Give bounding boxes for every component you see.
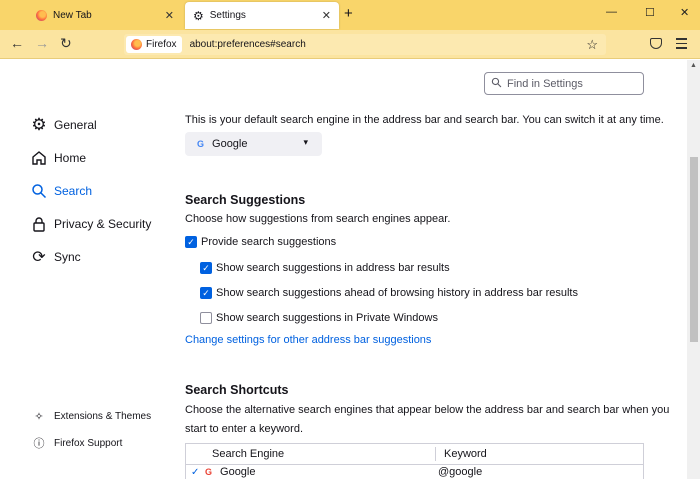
sidebar-footer-label: Firefox Support (54, 437, 123, 449)
tab-label: New Tab (53, 10, 92, 21)
sidebar-item-general[interactable]: ⚙ General (30, 115, 97, 134)
close-tab-icon[interactable]: ✕ (322, 9, 331, 22)
firefox-icon (36, 10, 47, 21)
bookmark-star-icon[interactable]: ☆ (586, 37, 598, 53)
table-row[interactable]: ✓ G Google @google (186, 465, 643, 479)
sidebar-item-search[interactable]: Search (30, 182, 92, 200)
checkbox-label: Show search suggestions in address bar r… (216, 262, 450, 274)
suggestions-ahead-history-checkbox[interactable]: ✓ Show search suggestions ahead of brows… (200, 287, 578, 299)
google-icon: G (197, 139, 205, 149)
sidebar-item-label: Sync (54, 250, 81, 264)
search-icon (30, 182, 48, 200)
checkbox-label: Show search suggestions ahead of browsin… (216, 287, 578, 299)
maximize-icon[interactable]: ☐ (645, 6, 655, 19)
sidebar-item-privacy-security[interactable]: Privacy & Security (30, 215, 151, 233)
search-suggestions-description: Choose how suggestions from search engin… (185, 213, 451, 225)
sync-icon: ⟳ (32, 249, 46, 266)
close-tab-icon[interactable]: ✕ (165, 9, 174, 22)
reload-icon[interactable]: ↻ (60, 36, 72, 50)
checkbox-label: Show search suggestions in Private Windo… (216, 312, 438, 324)
default-engine-description: This is your default search engine in th… (185, 114, 664, 126)
search-shortcuts-description-line1: Choose the alternative search engines th… (185, 404, 670, 416)
find-placeholder: Find in Settings (507, 77, 583, 90)
hamburger-menu-icon[interactable] (676, 38, 687, 52)
private-windows-suggestions-checkbox[interactable]: Show search suggestions in Private Windo… (200, 312, 438, 324)
search-icon (491, 77, 502, 91)
search-shortcuts-heading: Search Shortcuts (185, 383, 289, 397)
tab-new-tab[interactable]: New Tab ✕ (28, 2, 182, 29)
url-text[interactable]: about:preferences#search (190, 39, 306, 50)
sidebar-item-label: Privacy & Security (54, 217, 152, 231)
default-engine-select[interactable]: G Google ▾ (185, 132, 322, 156)
sidebar-footer-label: Extensions & Themes (54, 411, 152, 422)
navigation-toolbar: ← → ↻ Firefox about:preferences#search ☆ (0, 30, 700, 59)
minimize-icon[interactable]: — (606, 6, 617, 18)
checkbox-checked-icon[interactable]: ✓ (185, 236, 197, 248)
address-bar-suggestions-checkbox[interactable]: ✓ Show search suggestions in address bar… (200, 262, 450, 274)
checkbox-label: Provide search suggestions (201, 236, 337, 248)
scrollbar[interactable]: ▲ (687, 60, 700, 479)
change-address-bar-settings-link[interactable]: Change settings for other address bar su… (185, 334, 431, 346)
default-engine-value: Google (212, 138, 248, 150)
table-header: Search Engine Keyword (186, 444, 643, 465)
sidebar-item-extensions-themes[interactable]: ✧ Extensions & Themes (32, 410, 151, 423)
identity-label: Firefox (146, 39, 177, 50)
new-tab-button[interactable]: + (344, 6, 353, 21)
help-icon: ⓘ (33, 438, 45, 450)
engine-keyword: @google (438, 466, 483, 478)
forward-arrow-icon[interactable]: → (35, 36, 49, 50)
tab-label: Settings (209, 10, 246, 21)
gear-icon: ⚙ (193, 8, 204, 23)
sidebar-item-label: Home (54, 151, 87, 165)
search-shortcuts-description-line2: start to enter a keyword. (185, 423, 303, 435)
column-header-keyword[interactable]: Keyword (436, 448, 487, 460)
home-icon (30, 149, 48, 167)
checkbox-checked-icon[interactable]: ✓ (200, 287, 212, 299)
tab-strip: New Tab ✕ ⚙ Settings ✕ + — ☐ ✕ (0, 0, 700, 30)
engine-name: Google (220, 466, 256, 478)
checkbox-checked-icon[interactable]: ✓ (200, 262, 212, 274)
chevron-down-icon: ▾ (303, 137, 308, 147)
scroll-thumb[interactable] (690, 157, 698, 342)
firefox-icon (131, 39, 142, 50)
sidebar-item-sync[interactable]: ⟳ Sync (30, 248, 81, 266)
checkmark-icon[interactable]: ✓ (191, 467, 205, 478)
sidebar-item-label: General (54, 118, 97, 132)
sidebar-item-label: Search (54, 184, 93, 198)
tab-settings[interactable]: ⚙ Settings ✕ (185, 2, 339, 29)
close-window-icon[interactable]: ✕ (680, 6, 689, 19)
search-suggestions-heading: Search Suggestions (185, 193, 306, 207)
gear-icon: ⚙ (31, 115, 47, 134)
google-icon: G (205, 467, 213, 477)
search-shortcuts-table: Search Engine Keyword ✓ G Google @google (185, 443, 644, 479)
address-bar[interactable]: Firefox about:preferences#search ☆ (124, 34, 606, 55)
identity-box[interactable]: Firefox (126, 36, 182, 53)
column-header-search-engine[interactable]: Search Engine (186, 447, 436, 461)
lock-icon (30, 215, 48, 233)
pocket-icon[interactable] (650, 38, 662, 49)
checkbox-unchecked-icon[interactable] (200, 312, 212, 324)
sidebar-item-firefox-support[interactable]: ⓘ Firefox Support (32, 435, 123, 451)
find-in-settings-input[interactable]: Find in Settings (484, 72, 644, 95)
scroll-up-arrow-icon[interactable]: ▲ (690, 62, 697, 69)
back-arrow-icon[interactable]: ← (10, 36, 24, 50)
sidebar-item-home[interactable]: Home (30, 149, 86, 167)
puzzle-icon: ✧ (34, 411, 44, 423)
provide-suggestions-checkbox[interactable]: ✓ Provide search suggestions (185, 236, 336, 248)
